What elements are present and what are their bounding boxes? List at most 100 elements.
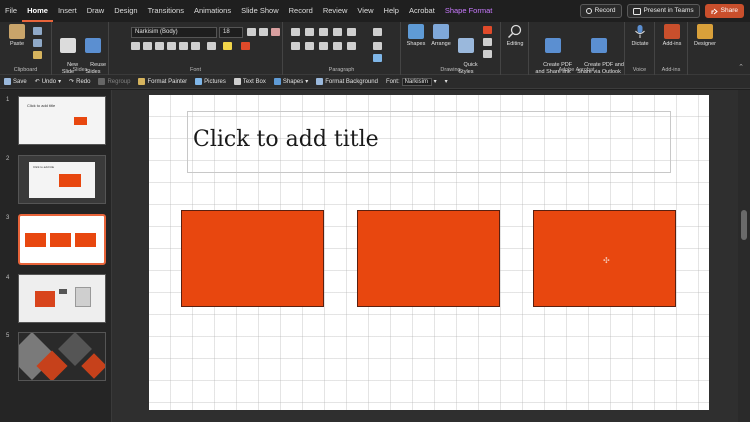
- qat-regroup-button[interactable]: Regroup: [94, 78, 134, 85]
- slide-thumbnail-2[interactable]: 2 Click to add title: [4, 154, 108, 205]
- qat-customize-button[interactable]: ▾: [441, 78, 452, 85]
- thumbnail-shape: [50, 233, 71, 247]
- redo-icon: ↷: [69, 79, 75, 85]
- font-name-dropdown[interactable]: Narkisim (Body): [131, 27, 217, 38]
- collapse-ribbon-icon[interactable]: ⌃: [738, 63, 744, 71]
- quick-access-toolbar: Save ↶ Undo ▾ ↷ Redo Regroup Format Pain…: [0, 75, 750, 89]
- menu-slide-show[interactable]: Slide Show: [236, 0, 284, 22]
- qat-format-background-button[interactable]: Format Background: [312, 78, 382, 85]
- thumbnail-shape: [74, 117, 87, 125]
- align-right-icon[interactable]: [319, 42, 328, 50]
- text-box-icon: [233, 78, 241, 85]
- vertical-scrollbar[interactable]: [738, 90, 750, 422]
- addins-button[interactable]: Add-ins: [659, 24, 685, 48]
- columns-icon[interactable]: [347, 42, 356, 50]
- menu-record[interactable]: Record: [284, 0, 318, 22]
- menu-file[interactable]: File: [0, 0, 22, 22]
- italic-icon[interactable]: [143, 42, 152, 50]
- shadow-icon[interactable]: [167, 42, 176, 50]
- rectangle-shape-1[interactable]: [181, 210, 324, 307]
- thumbnail-shape: [59, 289, 67, 294]
- character-spacing-icon[interactable]: [191, 42, 200, 50]
- rectangle-shape-3[interactable]: ✣: [533, 210, 676, 307]
- arrange-button[interactable]: Arrange: [429, 24, 453, 48]
- numbering-icon[interactable]: [305, 28, 314, 36]
- scrollbar-thumb[interactable]: [741, 210, 747, 240]
- menu-shape-format[interactable]: Shape Format: [440, 0, 498, 22]
- format-painter-icon[interactable]: [33, 51, 42, 59]
- menu-design[interactable]: Design: [109, 0, 142, 22]
- shapes-icon: [408, 24, 424, 39]
- change-case-icon[interactable]: [207, 42, 216, 50]
- highlight-color-icon[interactable]: [223, 42, 232, 50]
- font-size-dropdown[interactable]: 18: [219, 27, 243, 38]
- menu-review[interactable]: Review: [318, 0, 353, 22]
- menu-help[interactable]: Help: [379, 0, 404, 22]
- editing-button[interactable]: Editing: [503, 24, 527, 48]
- qat-format-painter-button[interactable]: Format Painter: [134, 78, 191, 85]
- menu-home[interactable]: Home: [22, 0, 53, 22]
- slide-thumbnail-3[interactable]: 3: [4, 213, 108, 266]
- slide-thumbnail-1[interactable]: 1 Click to add title: [4, 95, 108, 146]
- thumbnail-shape: [75, 287, 91, 307]
- qat-text-box-button[interactable]: Text Box: [230, 78, 270, 85]
- chevron-down-icon: ▾: [58, 79, 62, 85]
- menu-animations[interactable]: Animations: [189, 0, 236, 22]
- decrease-indent-icon[interactable]: [319, 28, 328, 36]
- addins-icon: [664, 24, 680, 39]
- increase-indent-icon[interactable]: [333, 28, 342, 36]
- paste-button[interactable]: Paste: [6, 24, 28, 48]
- menu-insert[interactable]: Insert: [53, 0, 82, 22]
- shapes-button[interactable]: Shapes: [404, 24, 428, 48]
- thumbnail-title: Click to add title: [33, 165, 55, 169]
- align-center-icon[interactable]: [305, 42, 314, 50]
- menu-draw[interactable]: Draw: [82, 0, 110, 22]
- microphone-icon: [635, 25, 645, 38]
- record-button[interactable]: Record: [579, 4, 622, 18]
- dictate-button[interactable]: Dictate: [628, 24, 652, 48]
- menu-view[interactable]: View: [352, 0, 378, 22]
- pictures-icon: [195, 78, 203, 85]
- justify-icon[interactable]: [333, 42, 342, 50]
- menu-acrobat[interactable]: Acrobat: [404, 0, 440, 22]
- decrease-font-icon[interactable]: [259, 28, 268, 36]
- clear-formatting-icon[interactable]: [271, 28, 280, 36]
- slide-thumbnail-4[interactable]: 4: [4, 273, 108, 324]
- menu-transitions[interactable]: Transitions: [143, 0, 189, 22]
- underline-icon[interactable]: [155, 42, 164, 50]
- qat-pictures-button[interactable]: Pictures: [191, 78, 230, 85]
- addins-group: Add-ins Add-ins: [655, 22, 688, 75]
- present-in-teams-button[interactable]: Present in Teams: [626, 4, 700, 18]
- slide-thumbnail-5[interactable]: 5: [4, 331, 108, 382]
- pdf-outlook-icon: [591, 38, 607, 53]
- designer-button[interactable]: Designer: [691, 24, 719, 48]
- qat-font-dropdown[interactable]: Narkisim: [401, 77, 432, 86]
- qat-redo-button[interactable]: ↷ Redo: [65, 78, 94, 86]
- new-slide-icon: [60, 38, 76, 53]
- increase-font-icon[interactable]: [247, 28, 256, 36]
- rectangle-shape-2[interactable]: [357, 210, 500, 307]
- slide-canvas[interactable]: Click to add title ✣: [149, 95, 709, 410]
- text-direction-icon[interactable]: [373, 28, 382, 36]
- chevron-down-icon: ▾: [444, 79, 448, 85]
- paragraph-group: Paragraph: [283, 22, 401, 75]
- shape-effects-icon[interactable]: [483, 50, 492, 58]
- font-color-icon[interactable]: [241, 42, 250, 50]
- qat-shapes-button[interactable]: Shapes ▾: [270, 78, 312, 85]
- shape-outline-icon[interactable]: [483, 38, 492, 46]
- title-placeholder[interactable]: Click to add title: [187, 111, 671, 173]
- smartart-icon[interactable]: [373, 54, 382, 62]
- bold-icon[interactable]: [131, 42, 140, 50]
- bullets-icon[interactable]: [291, 28, 300, 36]
- line-spacing-icon[interactable]: [347, 28, 356, 36]
- strikethrough-icon[interactable]: [179, 42, 188, 50]
- qat-undo-button[interactable]: ↶ Undo ▾: [31, 78, 65, 86]
- align-text-icon[interactable]: [373, 42, 382, 50]
- align-left-icon[interactable]: [291, 42, 300, 50]
- qat-save-button[interactable]: Save: [0, 78, 31, 85]
- shape-fill-icon[interactable]: [483, 26, 492, 34]
- format-painter-icon: [138, 78, 146, 85]
- share-button[interactable]: Share: [704, 4, 744, 18]
- copy-icon[interactable]: [33, 39, 42, 47]
- cut-icon[interactable]: [33, 27, 42, 35]
